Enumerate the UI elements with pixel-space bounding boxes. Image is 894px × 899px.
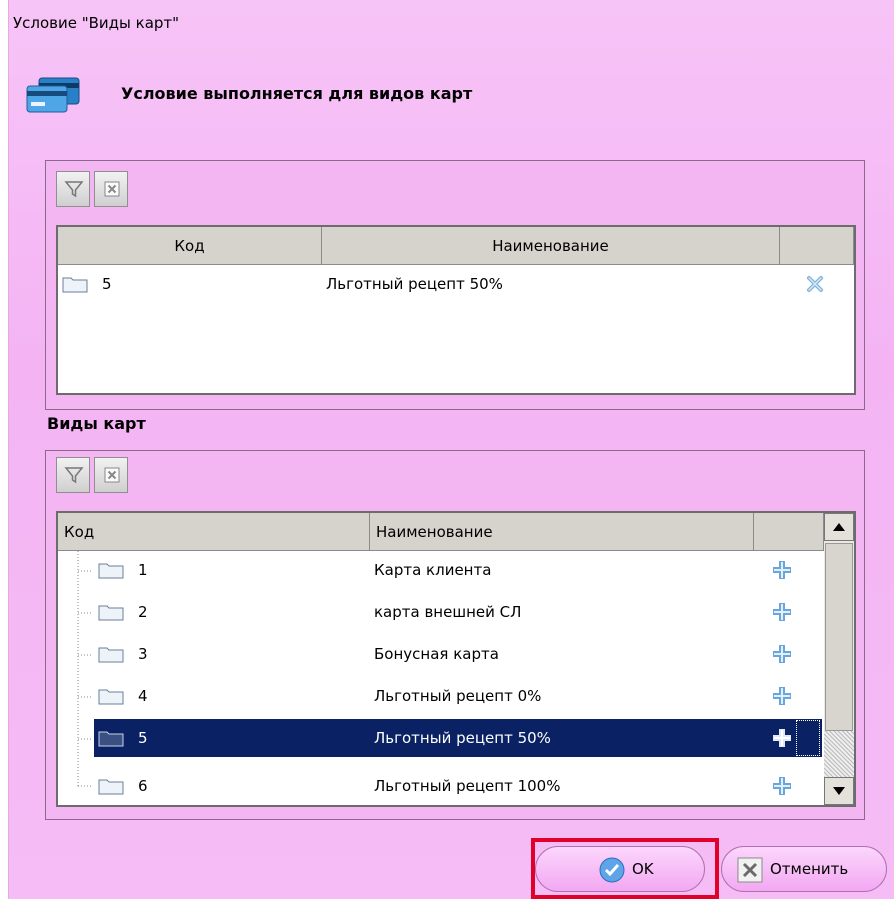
add-icon[interactable] xyxy=(770,593,794,631)
cancel-icon xyxy=(736,856,764,888)
folder-icon xyxy=(98,677,124,715)
row-name: карта внешней СЛ xyxy=(374,603,522,621)
row-code: 4 xyxy=(138,687,148,705)
list-item[interactable]: 3 Бонусная карта xyxy=(94,635,822,673)
section-label-card-types: Виды карт xyxy=(47,414,146,433)
add-icon[interactable] xyxy=(770,551,794,589)
clear-filter-button[interactable] xyxy=(94,171,128,207)
row-name: Карта клиента xyxy=(374,561,492,579)
column-header-action xyxy=(780,227,854,265)
scroll-track[interactable] xyxy=(824,731,854,777)
selected-card-types-grid: Код Наименование 5 Льготный рецепт 50% xyxy=(56,225,856,395)
ok-button[interactable]: OK xyxy=(535,846,705,892)
row-name: Льготный рецепт 50% xyxy=(374,729,551,747)
conditions-dialog: Условие "Виды карт" Условие выполняется … xyxy=(8,0,894,899)
folder-icon xyxy=(62,265,92,303)
credit-cards-icon xyxy=(25,76,81,116)
cancel-button-label: Отменить xyxy=(770,860,849,878)
row-name: Бонусная карта xyxy=(374,645,499,663)
filter-button[interactable] xyxy=(56,457,90,493)
available-card-types-grid: Код Наименование 1 Карта клиента 2 карта… xyxy=(56,511,856,807)
scroll-down-button[interactable] xyxy=(824,777,854,805)
ok-button-label: OK xyxy=(632,860,654,878)
column-header-name[interactable]: Наименование xyxy=(322,227,780,265)
add-icon[interactable] xyxy=(770,719,794,757)
scroll-up-button[interactable] xyxy=(824,513,854,541)
clear-filter-icon xyxy=(104,181,120,197)
filter-button[interactable] xyxy=(56,171,90,207)
filter-icon xyxy=(64,181,84,198)
column-header-action xyxy=(754,513,824,551)
filter-icon xyxy=(64,467,84,484)
selected-card-types-panel: Код Наименование 5 Льготный рецепт 50% xyxy=(45,160,865,410)
folder-icon xyxy=(98,551,124,589)
remove-icon[interactable] xyxy=(804,265,826,303)
column-header-code[interactable]: Код xyxy=(58,513,370,551)
row-code: 1 xyxy=(138,561,148,579)
vertical-scrollbar[interactable] xyxy=(824,513,854,805)
list-item[interactable]: 1 Карта клиента xyxy=(94,551,822,589)
row-name: Льготный рецепт 50% xyxy=(326,275,503,293)
list-item[interactable]: 2 карта внешней СЛ xyxy=(94,593,822,631)
add-icon[interactable] xyxy=(770,767,794,805)
focus-cell xyxy=(796,720,820,756)
cancel-button[interactable]: Отменить xyxy=(721,846,887,892)
row-code: 2 xyxy=(138,603,148,621)
clear-filter-icon xyxy=(104,467,120,483)
row-code: 6 xyxy=(138,777,148,795)
checkmark-icon xyxy=(598,856,626,888)
clear-filter-button[interactable] xyxy=(94,457,128,493)
list-item[interactable]: 6 Льготный рецепт 100% xyxy=(94,767,822,805)
row-code: 5 xyxy=(138,729,148,747)
folder-icon xyxy=(98,719,124,757)
window-title: Условие "Виды карт" xyxy=(13,14,180,32)
folder-icon xyxy=(98,635,124,673)
list-item-selected[interactable]: 5 Льготный рецепт 50% xyxy=(94,719,822,757)
list-item[interactable]: 4 Льготный рецепт 0% xyxy=(94,677,822,715)
add-icon[interactable] xyxy=(770,635,794,673)
folder-icon xyxy=(98,767,124,805)
column-header-name[interactable]: Наименование xyxy=(370,513,754,551)
arrow-down-icon xyxy=(833,787,845,795)
table-row[interactable]: 5 Льготный рецепт 50% xyxy=(58,265,854,303)
tree-lines xyxy=(77,551,92,787)
header-text: Условие выполняется для видов карт xyxy=(121,84,473,103)
add-icon[interactable] xyxy=(770,677,794,715)
row-name: Льготный рецепт 0% xyxy=(374,687,542,705)
arrow-up-icon xyxy=(833,523,845,531)
available-card-types-panel: Код Наименование 1 Карта клиента 2 карта… xyxy=(45,450,865,820)
column-header-code[interactable]: Код xyxy=(58,227,322,265)
row-name: Льготный рецепт 100% xyxy=(374,777,561,795)
folder-icon xyxy=(98,593,124,631)
row-code: 5 xyxy=(102,275,112,293)
row-code: 3 xyxy=(138,645,148,663)
scroll-thumb[interactable] xyxy=(825,543,853,731)
